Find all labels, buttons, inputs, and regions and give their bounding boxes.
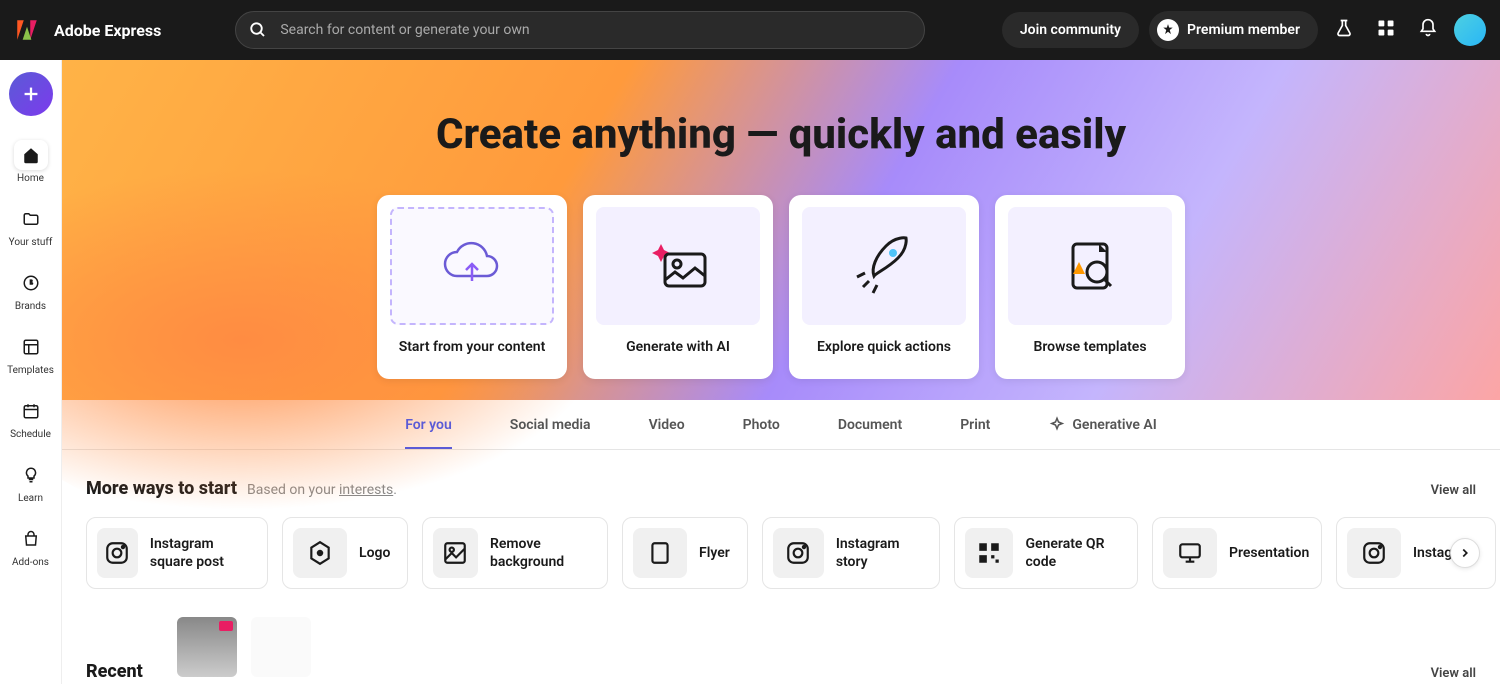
sidebar-item-your-stuff[interactable]: Your stuff (0, 198, 61, 254)
calendar-icon (22, 402, 40, 420)
hero-card-label: Start from your content (399, 339, 546, 355)
recent-item[interactable] (177, 617, 237, 677)
topbar: Adobe Express Join community Premium mem… (0, 0, 1500, 60)
sidebar-item-label: Learn (18, 493, 43, 504)
flyer-icon (633, 528, 687, 578)
sidebar-item-learn[interactable]: Learn (0, 454, 61, 510)
start-card-label: Instagram story (836, 535, 929, 571)
sparkle-icon (1048, 416, 1066, 434)
section-title: Recent (86, 661, 143, 682)
templates-icon (22, 338, 40, 356)
chevron-right-icon (1458, 546, 1472, 560)
start-card-instagram-post[interactable]: Instagram square post (86, 517, 268, 589)
sidebar-item-label: Schedule (10, 429, 51, 440)
app-title: Adobe Express (54, 21, 161, 40)
hero-card-label: Explore quick actions (817, 339, 951, 355)
hero-card-generate-ai[interactable]: Generate with AI (583, 195, 773, 379)
sidebar-item-templates[interactable]: Templates (0, 326, 61, 382)
hero-card-start-from-content[interactable]: Start from your content (377, 195, 567, 379)
start-card-instagram-story[interactable]: Instagram story (762, 517, 940, 589)
start-card-flyer[interactable]: Flyer (622, 517, 748, 589)
tab-video[interactable]: Video (649, 400, 685, 449)
sidebar-item-home[interactable]: Home (0, 134, 61, 190)
tab-for-you[interactable]: For you (405, 400, 452, 449)
hero-card-label: Generate with AI (626, 339, 730, 355)
sidebar-item-label: Your stuff (9, 237, 53, 248)
presentation-icon (1163, 528, 1217, 578)
premium-badge-icon (1157, 19, 1179, 41)
topbar-right: Join community Premium member (1002, 11, 1486, 49)
tab-generative-ai[interactable]: Generative AI (1048, 400, 1156, 449)
start-card-label: Flyer (699, 544, 730, 562)
content: Create anything — quickly and easily Sta… (62, 60, 1500, 684)
tab-print[interactable]: Print (960, 400, 990, 449)
start-card-qr-code[interactable]: Generate QR code (954, 517, 1138, 589)
hero-title: Create anything — quickly and easily (436, 110, 1126, 159)
upload-cloud-icon (390, 207, 554, 325)
start-card-label: Logo (359, 544, 390, 562)
tab-document[interactable]: Document (838, 400, 902, 449)
view-all-link[interactable]: View all (1431, 483, 1476, 498)
remove-bg-icon (433, 528, 478, 578)
start-card-label: Instagram square post (150, 535, 257, 571)
notification-bell-icon[interactable] (1412, 12, 1444, 48)
user-avatar[interactable] (1454, 14, 1486, 46)
start-card-label: Presentation (1229, 544, 1309, 562)
hero-card-browse-templates[interactable]: Browse templates (995, 195, 1185, 379)
tab-social-media[interactable]: Social media (510, 400, 591, 449)
recent-section: Recent View all (62, 601, 1500, 684)
sidebar: Home Your stuff Brands Templates Schedul… (0, 60, 62, 684)
scroll-right-button[interactable] (1450, 538, 1480, 568)
start-cards-row: Instagram square post Logo Remove backgr… (86, 517, 1476, 589)
recent-items (177, 617, 311, 677)
search-icon (249, 21, 267, 39)
tab-label: Generative AI (1072, 417, 1156, 433)
sidebar-item-label: Brands (15, 301, 46, 312)
premium-member-button[interactable]: Premium member (1149, 11, 1318, 49)
join-community-button[interactable]: Join community (1002, 12, 1139, 48)
sidebar-item-schedule[interactable]: Schedule (0, 390, 61, 446)
adobe-logo-icon (14, 17, 40, 43)
search-container (235, 11, 925, 49)
hero-card-label: Browse templates (1033, 339, 1146, 355)
sidebar-item-label: Home (17, 173, 44, 184)
tab-photo[interactable]: Photo (743, 400, 780, 449)
sidebar-item-addons[interactable]: Add-ons (0, 518, 61, 574)
brand-icon (22, 274, 40, 292)
hero-cards: Start from your content Generate with AI… (377, 195, 1185, 379)
start-card-presentation[interactable]: Presentation (1152, 517, 1322, 589)
lightbulb-icon (22, 466, 40, 484)
start-card-label: Remove background (490, 535, 597, 571)
sidebar-item-label: Templates (7, 365, 54, 376)
beaker-icon[interactable] (1328, 12, 1360, 48)
templates-search-icon (1008, 207, 1172, 325)
start-card-label: Generate QR code (1025, 535, 1127, 571)
folder-icon (22, 210, 40, 228)
main: Home Your stuff Brands Templates Schedul… (0, 60, 1500, 684)
shopping-bag-icon (22, 530, 40, 548)
hero: Create anything — quickly and easily Sta… (62, 60, 1500, 400)
qr-code-icon (965, 528, 1013, 578)
recent-item[interactable] (251, 617, 311, 677)
hero-card-quick-actions[interactable]: Explore quick actions (789, 195, 979, 379)
start-card-logo[interactable]: Logo (282, 517, 408, 589)
start-card-remove-bg[interactable]: Remove background (422, 517, 608, 589)
premium-label: Premium member (1187, 22, 1300, 38)
sidebar-item-label: Add-ons (12, 557, 49, 568)
instagram-icon (97, 528, 138, 578)
search-input[interactable] (235, 11, 925, 49)
view-all-link[interactable]: View all (1431, 666, 1476, 681)
section-header: Recent View all (86, 617, 1476, 682)
new-project-button[interactable] (9, 72, 53, 116)
apps-grid-icon[interactable] (1370, 12, 1402, 48)
hexagon-icon (293, 528, 347, 578)
sidebar-item-brands[interactable]: Brands (0, 262, 61, 318)
instagram-icon (773, 528, 824, 578)
ai-image-icon (596, 207, 760, 325)
rocket-icon (802, 207, 966, 325)
instagram-icon (1347, 528, 1401, 578)
home-icon (22, 146, 40, 164)
